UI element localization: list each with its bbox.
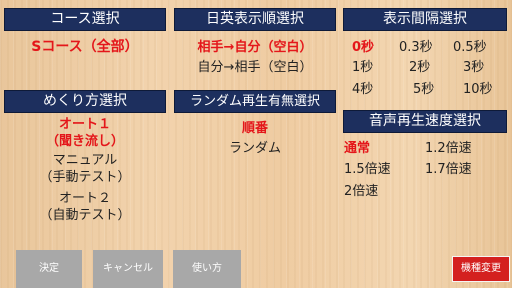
flip-option-auto2-label: オート２ bbox=[58, 191, 111, 206]
interval-option-0-5[interactable]: 0.5秒 bbox=[453, 36, 487, 55]
flip-option-manual-sub: （手動テスト） bbox=[39, 170, 131, 185]
random-panel: ランダム再生有無選択 順番 ランダム bbox=[174, 90, 336, 163]
cancel-button[interactable]: キャンセル bbox=[93, 250, 163, 288]
course-header: コース選択 bbox=[4, 8, 166, 31]
decide-button[interactable]: 決定 bbox=[16, 250, 82, 288]
speed-option-1-5[interactable]: 1.5倍速 bbox=[344, 158, 391, 177]
flip-method-panel: めくり方選択 オート１ （聞き流し） マニュアル （手動テスト） オート２ （自… bbox=[4, 90, 166, 233]
speed-option-1-7[interactable]: 1.7倍速 bbox=[425, 158, 472, 177]
interval-panel: 表示間隔選択 0秒 0.3秒 0.5秒 1秒 2秒 3秒 4秒 5秒 10秒 bbox=[343, 8, 507, 101]
flip-option-manual-label: マニュアル bbox=[52, 153, 118, 168]
interval-option-3[interactable]: 3秒 bbox=[463, 56, 484, 75]
flip-option-manual[interactable]: マニュアル （手動テスト） bbox=[4, 152, 166, 186]
speed-option-normal[interactable]: 通常 bbox=[344, 137, 370, 156]
display-order-header: 日英表示順選択 bbox=[174, 8, 336, 31]
interval-option-0[interactable]: 0秒 bbox=[352, 36, 374, 55]
speed-option-1-2[interactable]: 1.2倍速 bbox=[425, 137, 472, 156]
flip-option-auto1[interactable]: オート１ （聞き流し） bbox=[4, 116, 166, 150]
display-order-option-1[interactable]: 相手→自分（空白） bbox=[174, 36, 336, 55]
course-option-s-all[interactable]: Sコース（全部） bbox=[4, 36, 166, 56]
speed-header: 音声再生速度選択 bbox=[343, 110, 507, 133]
howto-button[interactable]: 使い方 bbox=[173, 250, 241, 288]
flip-option-auto2-sub: （自動テスト） bbox=[39, 208, 131, 223]
flip-method-header: めくり方選択 bbox=[4, 90, 166, 113]
interval-option-1[interactable]: 1秒 bbox=[352, 56, 373, 75]
speed-option-2[interactable]: 2倍速 bbox=[344, 180, 378, 199]
interval-option-10[interactable]: 10秒 bbox=[463, 78, 493, 97]
interval-option-2[interactable]: 2秒 bbox=[409, 56, 430, 75]
interval-option-4[interactable]: 4秒 bbox=[352, 78, 373, 97]
interval-option-5[interactable]: 5秒 bbox=[413, 78, 434, 97]
interval-header: 表示間隔選択 bbox=[343, 8, 507, 31]
flip-option-auto1-sub: （聞き流し） bbox=[45, 134, 124, 149]
display-order-panel: 日英表示順選択 相手→自分（空白） 自分→相手（空白） bbox=[174, 8, 336, 81]
course-panel: コース選択 Sコース（全部） bbox=[4, 8, 166, 61]
flip-option-auto2[interactable]: オート２ （自動テスト） bbox=[4, 190, 166, 224]
random-option-random[interactable]: ランダム bbox=[174, 137, 336, 156]
random-header: ランダム再生有無選択 bbox=[174, 90, 336, 113]
speed-panel: 音声再生速度選択 通常 1.2倍速 1.5倍速 1.7倍速 2倍速 bbox=[343, 110, 507, 203]
change-model-button[interactable]: 機種変更 bbox=[452, 256, 510, 282]
random-option-order[interactable]: 順番 bbox=[174, 117, 336, 136]
interval-option-0-3[interactable]: 0.3秒 bbox=[399, 36, 433, 55]
display-order-option-2[interactable]: 自分→相手（空白） bbox=[174, 56, 336, 75]
flip-option-auto1-label: オート１ bbox=[58, 117, 111, 132]
